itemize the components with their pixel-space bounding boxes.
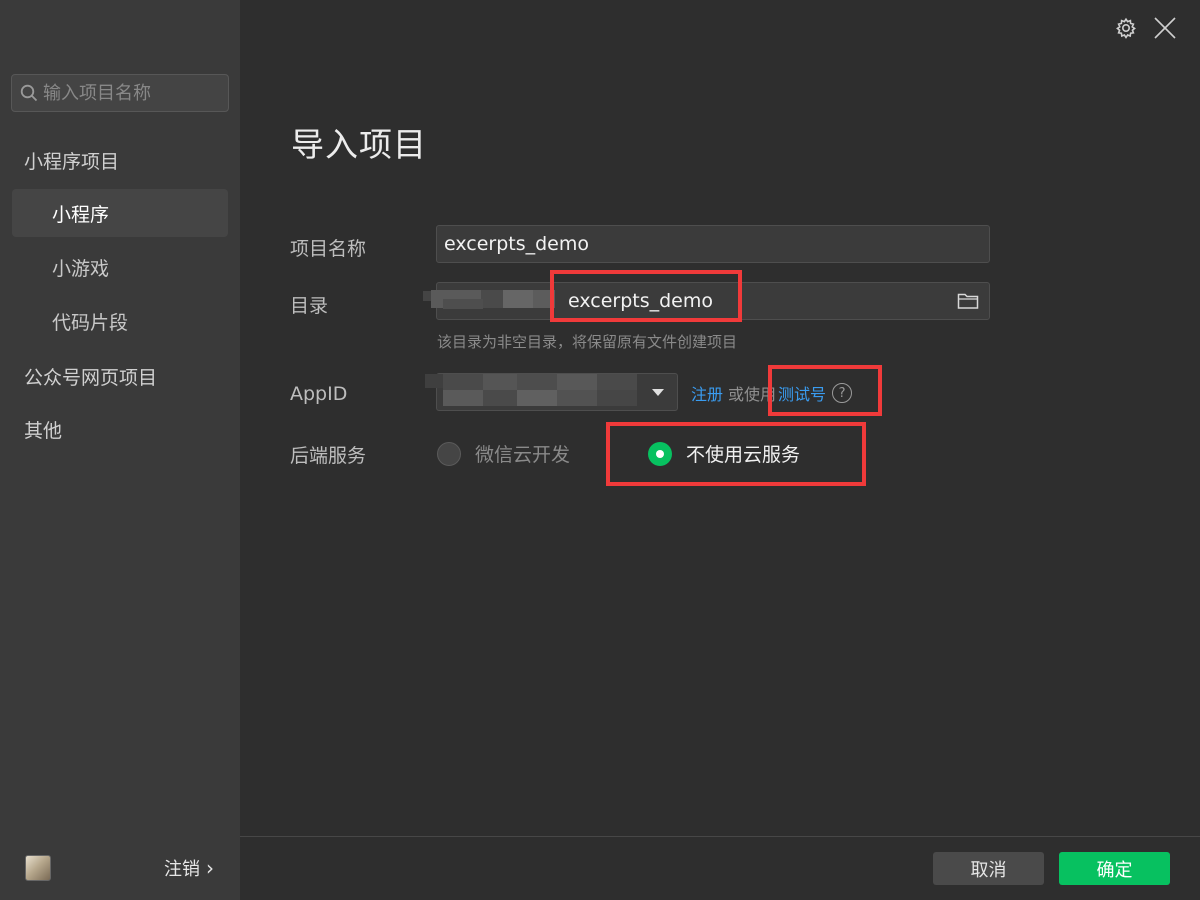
- chevron-right-icon: ›: [206, 856, 214, 880]
- project-name-field[interactable]: [436, 225, 990, 263]
- radio-no-cloud-label: 不使用云服务: [686, 444, 801, 466]
- avatar[interactable]: [25, 855, 51, 881]
- appid-links: 注册 或使用 测试号 ?: [691, 381, 853, 405]
- test-account-link[interactable]: 测试号: [778, 381, 826, 405]
- directory-field[interactable]: excerpts_demo: [423, 282, 990, 320]
- nav-group-mini-program[interactable]: 小程序项目: [24, 147, 119, 174]
- radio-wechat-cloud[interactable]: 微信云开发: [437, 440, 570, 467]
- confirm-button[interactable]: 确定: [1059, 852, 1170, 885]
- close-icon[interactable]: [1153, 16, 1177, 40]
- directory-label: 目录: [290, 295, 329, 317]
- page-title: 导入项目: [291, 125, 427, 164]
- gear-icon[interactable]: [1115, 17, 1137, 39]
- logout-label: 注销: [164, 859, 200, 880]
- redacted-path: [423, 287, 563, 313]
- project-name-input[interactable]: [437, 226, 989, 262]
- redacted-appid: [425, 372, 650, 412]
- nav-group-official-web[interactable]: 公众号网页项目: [24, 363, 157, 390]
- radio-no-cloud[interactable]: 不使用云服务: [648, 440, 800, 467]
- search-box[interactable]: [11, 74, 229, 112]
- divider: [240, 836, 1200, 837]
- register-link[interactable]: 注册: [691, 381, 723, 405]
- sidebar-item-mini-program[interactable]: 小程序: [12, 189, 228, 237]
- search-icon: [20, 84, 38, 102]
- import-project-window: 小程序项目 小程序 小游戏 代码片段 公众号网页项目 其他 注销 › 导入项目 …: [0, 0, 1200, 900]
- help-icon[interactable]: ?: [832, 383, 853, 403]
- radio-wechat-cloud-label: 微信云开发: [475, 444, 571, 466]
- directory-value: excerpts_demo: [568, 290, 714, 312]
- radio-circle-off[interactable]: [437, 441, 461, 466]
- project-name-label: 项目名称: [290, 238, 367, 260]
- radio-circle-on[interactable]: [648, 441, 672, 466]
- directory-hint: 该目录为非空目录，将保留原有文件创建项目: [437, 333, 738, 351]
- nav-group-other[interactable]: 其他: [24, 416, 62, 443]
- appid-label: AppID: [290, 383, 348, 405]
- sidebar-item-code-snippet[interactable]: 代码片段: [12, 297, 228, 345]
- backend-label: 后端服务: [290, 445, 367, 467]
- dropdown-caret-icon[interactable]: [652, 389, 664, 396]
- logout-button[interactable]: 注销 ›: [164, 855, 214, 881]
- search-input[interactable]: [43, 82, 223, 104]
- appid-select[interactable]: [425, 373, 678, 411]
- folder-icon[interactable]: [957, 292, 979, 310]
- or-use-text: 或使用: [728, 385, 777, 404]
- sidebar: 小程序项目 小程序 小游戏 代码片段 公众号网页项目 其他 注销 ›: [0, 0, 240, 900]
- sidebar-item-mini-game[interactable]: 小游戏: [12, 243, 228, 291]
- cancel-button[interactable]: 取消: [933, 852, 1044, 885]
